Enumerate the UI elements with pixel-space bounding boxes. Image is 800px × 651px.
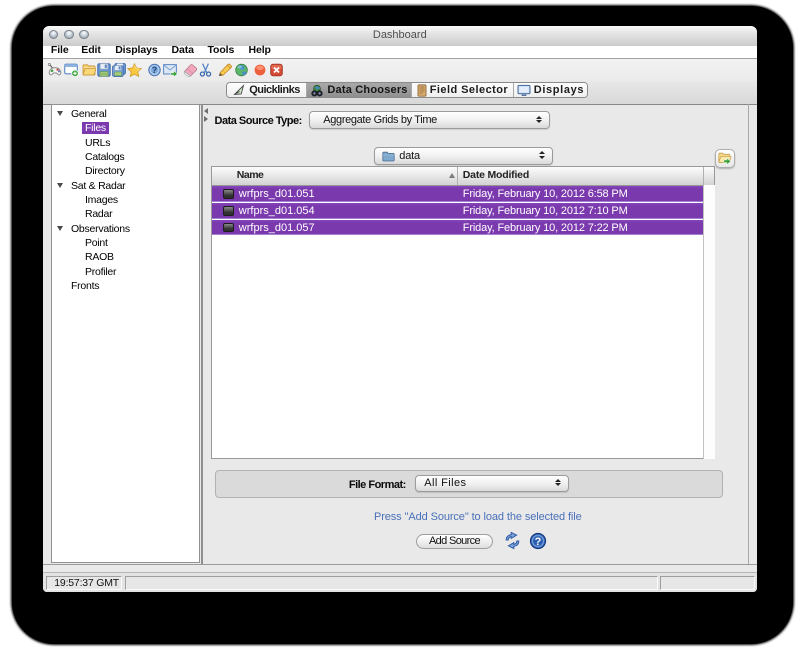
svg-text:?: ? bbox=[152, 65, 158, 75]
svg-text:?: ? bbox=[534, 536, 541, 548]
